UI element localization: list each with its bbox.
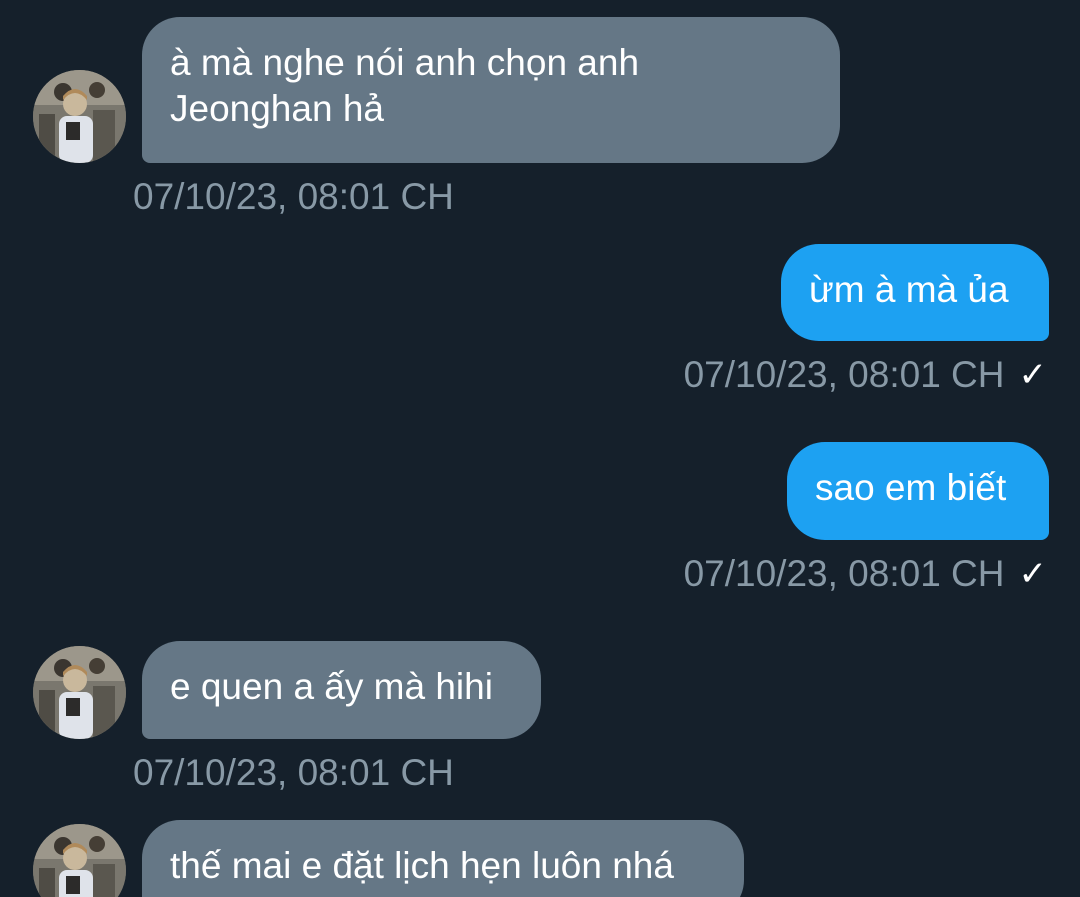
message-timestamp: 07/10/23, 08:01 CH	[133, 176, 454, 217]
message-timestamp: 07/10/23, 08:01 CH	[683, 354, 1005, 395]
sender-avatar[interactable]	[33, 824, 126, 897]
message-bubble[interactable]: ừm à mà ủa	[781, 244, 1049, 341]
message-timestamp-row: 07/10/23, 08:01 CH ✓	[684, 352, 1047, 398]
message-bubble[interactable]: e quen a ấy mà hihi	[142, 641, 541, 739]
message-bubble[interactable]: à mà nghe nói anh chọn anh Jeonghan hả	[142, 17, 840, 163]
message-timestamp: 07/10/23, 08:01 CH	[133, 752, 454, 793]
sent-check-icon: ✓	[1018, 555, 1048, 593]
message-timestamp-row: 07/10/23, 08:01 CH ✓	[684, 551, 1047, 597]
message-timestamp: 07/10/23, 08:01 CH	[683, 553, 1005, 594]
sender-avatar[interactable]	[33, 70, 126, 163]
sender-avatar[interactable]	[33, 646, 126, 739]
sent-check-icon: ✓	[1018, 356, 1048, 394]
message-bubble[interactable]: sao em biết	[787, 442, 1049, 540]
message-bubble[interactable]: thế mai e đặt lịch hẹn luôn nhá	[142, 820, 744, 897]
chat-thread[interactable]: à mà nghe nói anh chọn anh Jeonghan hả 0…	[0, 0, 1080, 897]
